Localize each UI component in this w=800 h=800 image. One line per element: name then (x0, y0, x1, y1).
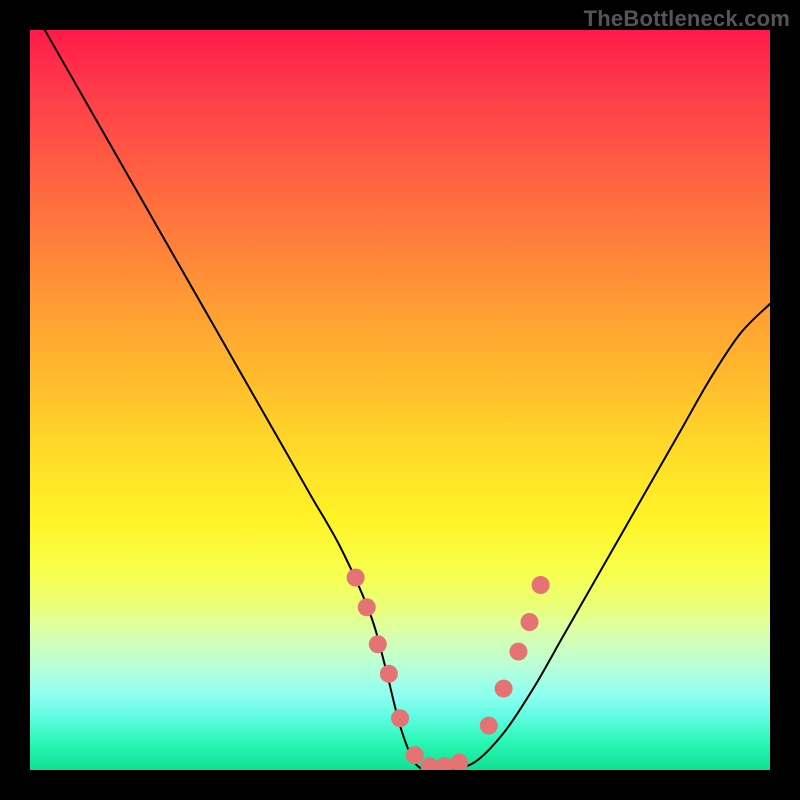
watermark-text: TheBottleneck.com (584, 6, 790, 32)
plot-area (30, 30, 770, 770)
marker-point (358, 598, 376, 616)
marker-point (391, 709, 409, 727)
marker-point (369, 635, 387, 653)
marker-point (450, 754, 468, 770)
bottleneck-curve (45, 30, 770, 770)
marker-point (480, 717, 498, 735)
marker-point (509, 643, 527, 661)
marker-point (532, 576, 550, 594)
marker-point (380, 665, 398, 683)
marker-point (521, 613, 539, 631)
marker-point (347, 569, 365, 587)
chart-frame: TheBottleneck.com (0, 0, 800, 800)
chart-svg (30, 30, 770, 770)
marker-point (495, 680, 513, 698)
marker-point (406, 746, 424, 764)
highlighted-points (347, 569, 550, 770)
